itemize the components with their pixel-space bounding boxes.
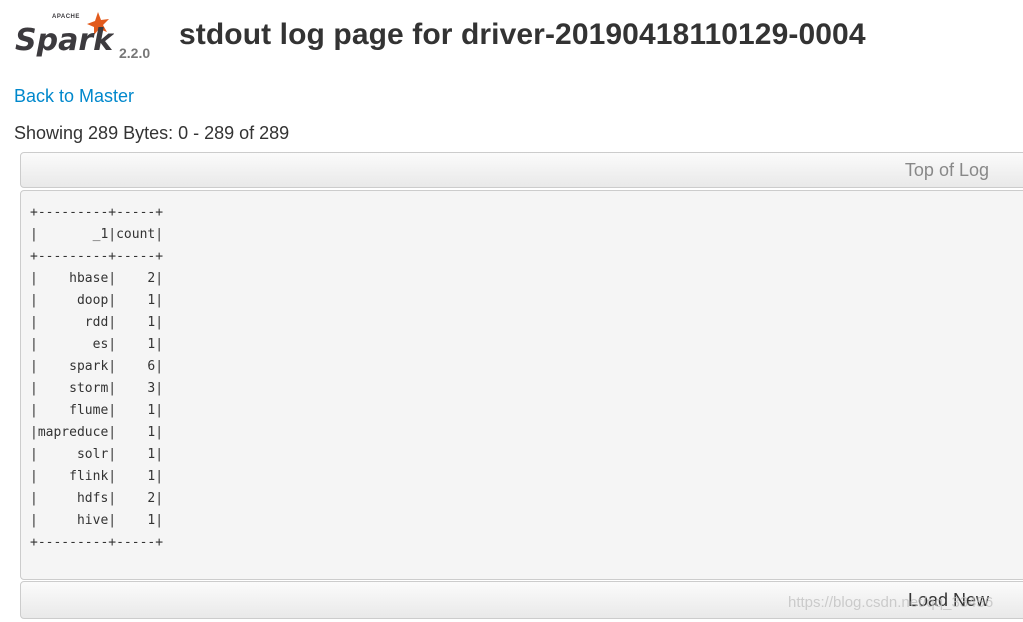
header: APACHE Spark 2.2.0 stdout log page for d… (14, 10, 1014, 66)
logo-apache-text: APACHE (52, 14, 80, 20)
top-of-log-button[interactable]: Top of Log (20, 152, 1023, 188)
byte-range-summary: Showing 289 Bytes: 0 - 289 of 289 (14, 123, 290, 143)
spark-logo-icon: APACHE Spark (15, 12, 114, 58)
back-to-master-link[interactable]: Back to Master (14, 86, 134, 107)
load-new-button[interactable]: Load New (20, 581, 1023, 619)
page-title: stdout log page for driver-2019041811012… (179, 18, 866, 51)
spark-logo[interactable]: APACHE Spark (14, 10, 114, 64)
version-label: 2.2.0 (119, 45, 151, 61)
log-content-area[interactable]: +---------+-----+ | _1|count| +---------… (20, 190, 1023, 580)
logo-spark-text: Spark (15, 23, 114, 58)
log-text: +---------+-----+ | _1|count| +---------… (30, 205, 164, 550)
